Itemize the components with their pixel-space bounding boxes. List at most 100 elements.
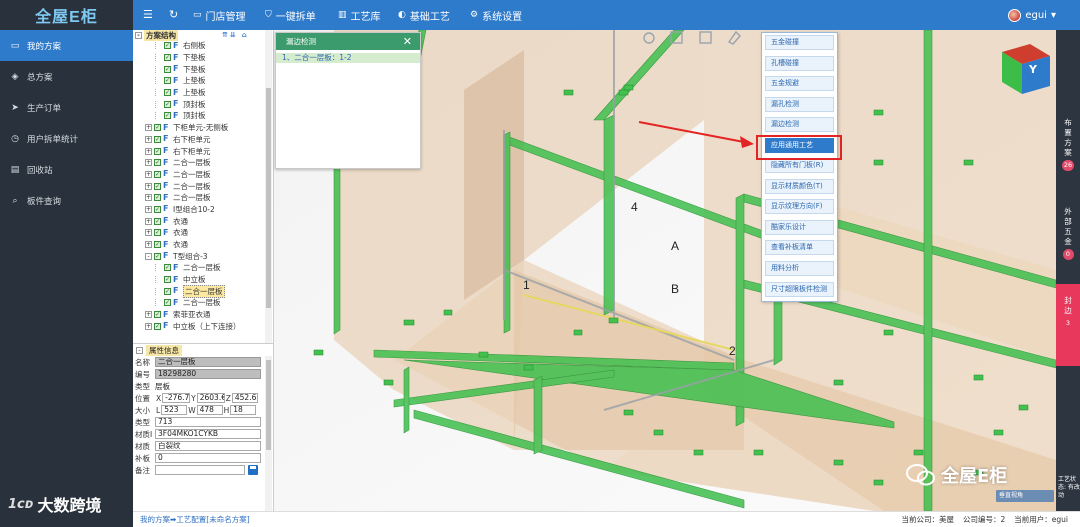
tree-item[interactable]: ✓ F 顶封板 (133, 98, 273, 110)
context-menu-item[interactable]: 漏孔检测 (765, 96, 834, 112)
expand-toggle[interactable]: + (145, 241, 152, 249)
context-menu-item[interactable]: 显示纹理方向(F) (765, 199, 834, 215)
tree-item[interactable]: - ✓ F T型组合-3 (133, 250, 273, 262)
nav-store-management[interactable]: ▭ 门店管理 (193, 0, 246, 30)
properties-collapse-toggle[interactable]: - (136, 346, 143, 354)
expand-toggle[interactable]: + (145, 205, 152, 213)
context-menu-item[interactable]: 尺寸超限板件检测 (765, 281, 834, 297)
context-menu-item[interactable]: 酷家乐设计 (765, 219, 834, 235)
tree-scrollbar[interactable] (265, 30, 272, 343)
expand-toggle[interactable]: + (145, 194, 152, 202)
prop-edge-field[interactable]: 0 (155, 453, 261, 463)
context-menu-item[interactable]: 隐藏所有门板(R) (765, 158, 834, 174)
tree-item[interactable]: ✓ F 右侧板 (133, 40, 273, 52)
tree-checkbox[interactable]: ✓ (164, 299, 171, 307)
tree-checkbox[interactable]: ✓ (154, 147, 161, 155)
tree-item[interactable]: + ✓ F 衣通 (133, 227, 273, 239)
tree-checkbox[interactable]: ✓ (164, 65, 171, 73)
tree-item[interactable]: + ✓ F 二合一层板 (133, 192, 273, 204)
expand-all-icon[interactable]: ⇈ (222, 31, 228, 39)
tree-checkbox[interactable]: ✓ (154, 182, 161, 190)
size-l-field[interactable]: 523 (161, 405, 188, 415)
tree-item[interactable]: + ✓ F 衣通 (133, 215, 273, 227)
tab-external-hardware[interactable]: 外部五金 0 (1056, 207, 1080, 260)
tree-item[interactable]: + ✓ F 中立板（上下连接） (133, 321, 273, 333)
tree-checkbox[interactable]: ✓ (164, 54, 171, 62)
expand-toggle[interactable]: + (145, 135, 152, 143)
expand-toggle[interactable]: + (145, 322, 152, 330)
tree-checkbox[interactable]: ✓ (164, 42, 171, 50)
breadcrumb[interactable]: 我的方案➡工艺配置[未命名方案] (133, 514, 250, 525)
menu-icon[interactable]: ☰ (143, 8, 153, 21)
tree-checkbox[interactable]: ✓ (154, 124, 161, 132)
tree-item[interactable]: + ✓ F I型组合10-2 (133, 204, 273, 216)
user-menu[interactable]: egui ▾ (1008, 0, 1056, 30)
pos-x-field[interactable]: -276.7 (162, 393, 191, 403)
sidebar-item-user-split-stats[interactable]: ◷ 用户拆单统计 (0, 123, 133, 154)
tree-item[interactable]: + ✓ F 下柜单元-无侧板 (133, 122, 273, 134)
tree-item[interactable]: + ✓ F 二合一层板 (133, 157, 273, 169)
context-menu-item[interactable]: 五金规避 (765, 76, 834, 92)
expand-toggle[interactable]: + (145, 311, 152, 319)
close-icon[interactable]: ✕ (403, 35, 412, 48)
context-menu-item[interactable]: 显示材质颜色(T) (765, 178, 834, 194)
tree-checkbox[interactable]: ✓ (164, 100, 171, 108)
expand-toggle[interactable]: + (145, 124, 152, 132)
expand-toggle[interactable]: - (145, 252, 152, 260)
save-icon[interactable] (248, 465, 258, 475)
tree-item[interactable]: ✓ F 中立板 (133, 274, 273, 286)
tree-checkbox[interactable]: ✓ (154, 229, 161, 237)
nav-system-settings[interactable]: ⚙ 系统设置 (470, 0, 522, 30)
nav-basic-process[interactable]: ◐ 基础工艺 (398, 0, 450, 30)
tree-checkbox[interactable]: ✓ (154, 205, 161, 213)
tree-item[interactable]: ✓ F 上垫板 (133, 87, 273, 99)
tree-checkbox[interactable]: ✓ (164, 287, 171, 295)
size-w-field[interactable]: 478 (196, 405, 223, 415)
tree-collapse-toggle[interactable]: - (135, 31, 142, 39)
context-menu-item[interactable]: 漏边检测 (765, 117, 834, 133)
tree-checkbox[interactable]: ✓ (164, 112, 171, 120)
expand-toggle[interactable]: + (145, 229, 152, 237)
sidebar-item-panel-search[interactable]: ⌕ 板件查询 (0, 185, 133, 216)
context-menu-item[interactable]: 用料分析 (765, 261, 834, 277)
context-menu-item[interactable]: 孔槽碰撞 (765, 55, 834, 71)
expand-toggle[interactable]: + (145, 217, 152, 225)
sidebar-item-recycle-bin[interactable]: ▤ 回收站 (0, 154, 133, 185)
nav-process-library[interactable]: ▥ 工艺库 (338, 0, 381, 30)
tree-checkbox[interactable]: ✓ (154, 194, 161, 202)
tree-checkbox[interactable]: ✓ (164, 89, 171, 97)
tree-item[interactable]: ✓ F 下垫板 (133, 52, 273, 64)
tree-checkbox[interactable]: ✓ (154, 217, 161, 225)
collapse-all-icon[interactable]: ⇊ (230, 31, 236, 39)
tree-item[interactable]: + ✓ F 索菲亚衣通 (133, 309, 273, 321)
home-icon[interactable]: ⌂ (242, 31, 247, 39)
context-menu-item[interactable]: 查看补板清单 (765, 240, 834, 256)
prop-name-field[interactable]: 二合一层板 (155, 357, 261, 367)
tree-item[interactable]: + ✓ F 右下柜单元 (133, 134, 273, 146)
tree-item[interactable]: ✓ F 顶封板 (133, 110, 273, 122)
tree-item[interactable]: + ✓ F 二合一层板 (133, 180, 273, 192)
tab-layout-plan[interactable]: 布置方案 26 (1056, 118, 1080, 171)
prop-type2-field[interactable]: 713 (155, 417, 261, 427)
context-menu-item[interactable]: 五金碰撞 (765, 35, 834, 50)
tree-checkbox[interactable]: ✓ (164, 77, 171, 85)
tree-checkbox[interactable]: ✓ (164, 276, 171, 284)
tree-checkbox[interactable]: ✓ (154, 252, 161, 260)
tree-checkbox[interactable]: ✓ (154, 170, 161, 178)
tree-item[interactable]: ✓ F 二合一层板 (133, 297, 273, 309)
tree-scroll-thumb[interactable] (266, 88, 271, 308)
tree-item[interactable]: ✓ F 二合一层板 (133, 284, 273, 298)
prop-material-code-field[interactable]: 3F04MKO1CYKB (155, 429, 261, 439)
tree-item[interactable]: ✓ F 上垫板 (133, 75, 273, 87)
tree-checkbox[interactable]: ✓ (154, 159, 161, 167)
tree-item[interactable]: + ✓ F 右下柜单元 (133, 145, 273, 157)
expand-toggle[interactable]: + (145, 147, 152, 155)
expand-toggle[interactable]: + (145, 182, 152, 190)
expand-toggle[interactable]: + (145, 170, 152, 178)
tree-item[interactable]: ✓ F 二合一层板 (133, 262, 273, 274)
size-h-field[interactable]: 18 (230, 405, 257, 415)
pos-y-field[interactable]: 2603.€ (196, 393, 225, 403)
nav-one-click-split[interactable]: ⛉ 一键拆单 (265, 0, 316, 30)
prop-note-field[interactable] (155, 465, 245, 475)
expand-toggle[interactable]: + (145, 159, 152, 167)
